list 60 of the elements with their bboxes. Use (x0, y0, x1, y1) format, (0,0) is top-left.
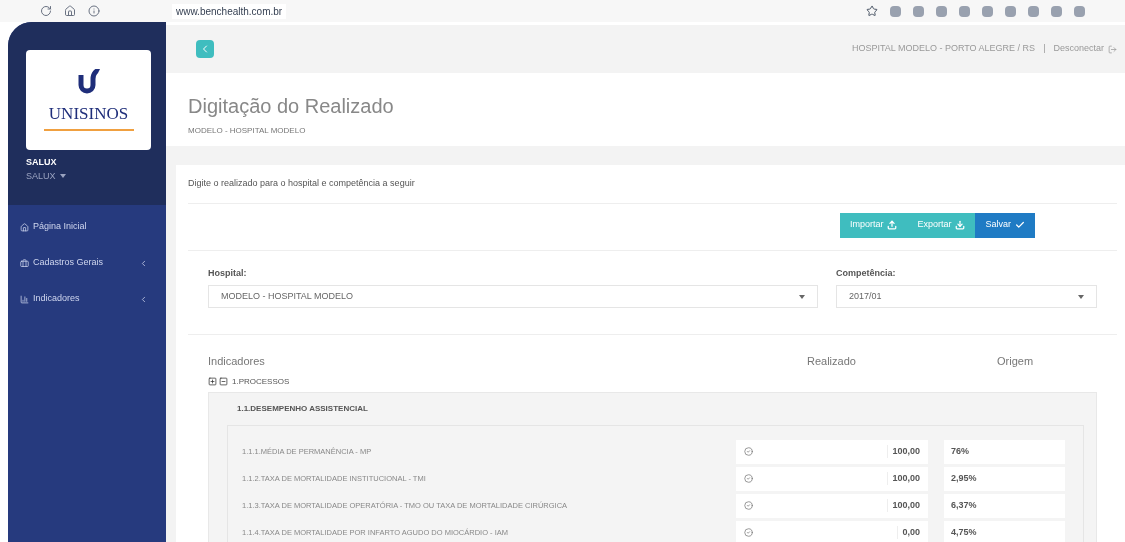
realizado-field[interactable]: 0,00 (736, 520, 928, 542)
nav-item[interactable]: Cadastros Gerais (8, 253, 166, 273)
check-circle-icon (744, 474, 753, 483)
column-header: Indicadores (208, 354, 266, 369)
download-icon (955, 220, 966, 230)
upload-icon (887, 220, 898, 230)
check-circle-icon (744, 447, 753, 456)
check-circle-icon (744, 501, 753, 510)
briefcase-icon (20, 258, 29, 268)
realizado-field[interactable]: 100,00 (736, 493, 928, 518)
url-field[interactable]: www.benchealth.com.br (172, 3, 287, 19)
origem-field: 4,75% (944, 520, 1065, 542)
extension-icon[interactable] (1074, 5, 1085, 17)
realizado-field[interactable]: 100,00 (736, 439, 928, 464)
dropdown-caret-icon (799, 294, 805, 299)
separator: | (1043, 42, 1046, 56)
origem-field: 6,37% (944, 493, 1065, 518)
instruction-text: Digite o realizado para o hospital e competência a seguir (188, 165, 1117, 204)
column-header: Realizado (807, 354, 857, 369)
caret-icon (59, 174, 66, 179)
filter-label: Hospital: (208, 266, 248, 280)
home-icon[interactable] (64, 5, 76, 17)
reload-icon[interactable] (40, 5, 52, 17)
user-name: SALUX (26, 156, 58, 169)
extension-icon[interactable] (913, 5, 924, 17)
check-icon (1015, 220, 1025, 230)
filter-label: Competência: (836, 266, 897, 280)
collapse-icon[interactable] (219, 377, 228, 386)
extension-icon[interactable] (1028, 5, 1039, 17)
group-label: 1.PROCESSOS (232, 375, 290, 388)
bar-chart-icon (20, 294, 29, 304)
expand-icon[interactable] (208, 377, 217, 386)
home-icon (20, 222, 29, 232)
extension-icon[interactable] (890, 5, 901, 17)
origem-field: 76% (944, 439, 1065, 464)
star-icon[interactable] (866, 5, 878, 17)
page-subtitle: MODELO - HOSPITAL MODELO (188, 125, 307, 137)
logo-text: UNISINOS (48, 103, 129, 126)
section-label: 1.1.DESEMPENHO ASSISTENCIAL (236, 402, 369, 415)
extension-icon[interactable] (936, 5, 947, 17)
nav-item[interactable]: Indicadores (8, 289, 166, 309)
extension-icon[interactable] (1051, 5, 1062, 17)
info-icon[interactable] (88, 5, 100, 17)
dropdown-caret-icon (1078, 294, 1084, 299)
select-field[interactable]: MODELO - HOSPITAL MODELO (208, 285, 818, 308)
nav-item[interactable]: Página Inicial (8, 217, 166, 237)
logout-icon (1108, 44, 1117, 54)
origem-field: 2,95% (944, 466, 1065, 491)
user-menu[interactable]: SALUX (26, 169, 148, 183)
extension-icon[interactable] (959, 5, 970, 17)
check-circle-icon (744, 528, 753, 537)
column-header: Origem (997, 354, 1035, 369)
page-title: Digitação do Realizado (188, 94, 395, 119)
hospital-location: HOSPITAL MODELO - PORTO ALEGRE / RS (851, 42, 1036, 56)
back-button[interactable] (196, 40, 214, 58)
extension-icon[interactable] (1005, 5, 1016, 17)
extension-icon[interactable] (982, 5, 993, 17)
realizado-field[interactable]: 100,00 (736, 466, 928, 491)
select-field[interactable]: 2017/01 (836, 285, 1097, 308)
save-button[interactable]: Salvar (975, 212, 1035, 238)
